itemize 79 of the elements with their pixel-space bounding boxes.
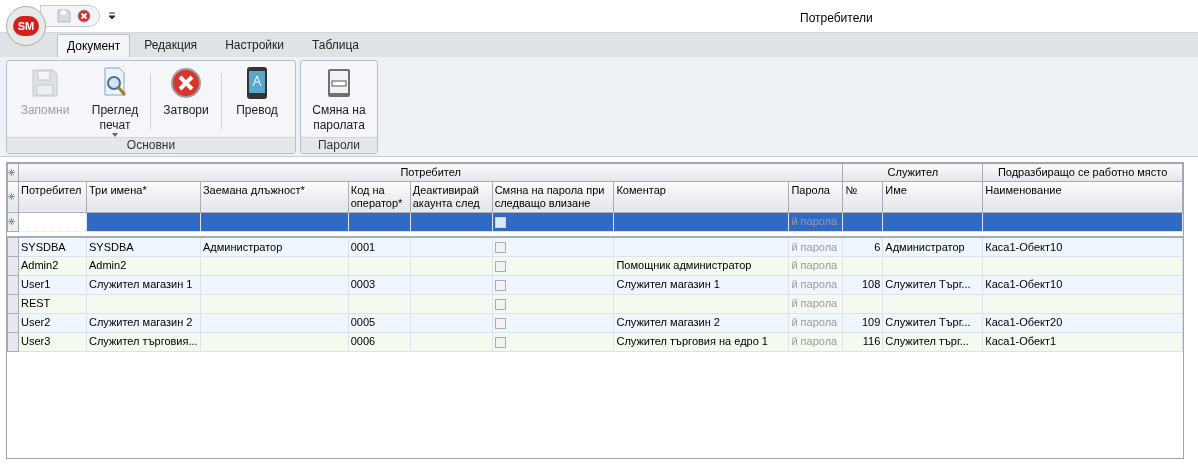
table-cell: Служител търговия...	[88, 335, 198, 348]
column-header[interactable]: Заемана длъжност*	[200, 181, 349, 212]
table-cell: Каса1-Обект10	[985, 278, 1063, 291]
table-cell: Служител магазин 2	[88, 316, 193, 329]
table-cell: User1	[21, 278, 51, 291]
ribbon-tab[interactable]: Редакция	[130, 34, 212, 57]
ribbon-button[interactable]: Превод	[222, 65, 292, 118]
table-cell: Служител търг...	[885, 335, 969, 348]
table-cell: Служител Търг...	[885, 316, 971, 329]
password-cell: й парола	[791, 259, 838, 272]
checkbox[interactable]	[494, 317, 506, 329]
password-cell: й парола	[791, 297, 838, 310]
table-cell: Каса1-Обект10	[985, 240, 1063, 253]
table-cell: 6	[874, 240, 881, 253]
table-cell: Служител магазин 2	[616, 316, 720, 329]
asterisk-icon	[8, 193, 15, 200]
asterisk-icon	[8, 218, 15, 225]
checkbox[interactable]	[494, 216, 506, 228]
window-title: Потребители	[800, 10, 873, 27]
table-cell: Служител търговия на едро 1	[616, 335, 768, 348]
checkbox[interactable]	[494, 336, 506, 348]
table-cell: 0003	[350, 278, 376, 291]
password-cell: й парола	[791, 335, 838, 348]
password-card-icon	[325, 67, 353, 99]
table-cell: 109	[861, 316, 881, 329]
checkbox[interactable]	[494, 298, 506, 310]
group-label: Пароли	[301, 137, 377, 153]
column-header[interactable]: Парола	[788, 181, 843, 212]
table-cell: User2	[21, 316, 51, 329]
checkbox[interactable]	[494, 242, 506, 254]
table-cell: SYSDBA	[21, 240, 66, 253]
ribbon-button[interactable]: Смяна на паролата	[304, 65, 374, 133]
table-cell: Помощник администратор	[616, 259, 752, 272]
table-cell: User3	[21, 335, 51, 348]
column-header[interactable]: Смяна на парола при следващо влизане	[492, 181, 614, 212]
table-cell: Каса1-Обект20	[985, 316, 1063, 329]
checkbox[interactable]	[494, 260, 506, 272]
table-cell: Служител Търг...	[885, 278, 971, 291]
table-cell: SYSDBA	[88, 240, 134, 253]
column-header[interactable]: Коментар	[613, 181, 789, 212]
table-cell: Администратор	[885, 240, 965, 253]
column-header[interactable]: Наименование	[982, 181, 1183, 212]
save-icon[interactable]	[57, 9, 71, 23]
group-label: Основни	[7, 137, 295, 153]
ribbon-button[interactable]: Затвори	[151, 65, 221, 118]
column-header[interactable]: Код на оператор*	[348, 181, 411, 212]
table-cell: 116	[862, 335, 881, 348]
table-cell: Admin2	[88, 259, 127, 272]
column-header[interactable]: Потребител	[18, 181, 87, 212]
ribbon-tab[interactable]: Документ	[57, 34, 131, 57]
table-cell: Служител магазин 1	[616, 278, 720, 291]
checkbox[interactable]	[494, 279, 506, 291]
ribbon-tab[interactable]: Таблица	[297, 34, 374, 57]
password-cell: й парола	[791, 316, 838, 329]
password-cell: й парола	[791, 240, 838, 253]
table-cell: 0005	[350, 316, 376, 329]
table-cell: Служител магазин 1	[88, 278, 193, 291]
password-cell: й парола	[791, 215, 838, 228]
ribbon-button[interactable]: Преглед печат	[80, 65, 150, 137]
column-header[interactable]: Деактивирай акаунта след	[410, 181, 493, 212]
table-cell: 108	[861, 278, 881, 291]
column-group-header: Подразбиращо се работно място	[982, 163, 1183, 181]
close-icon	[170, 67, 202, 99]
table-cell: 0006	[350, 335, 376, 348]
column-group-header: Служител	[842, 163, 983, 181]
table-cell: REST	[21, 297, 51, 310]
dropdown-icon[interactable]	[108, 12, 116, 20]
phone-icon	[245, 66, 269, 100]
column-header[interactable]: Име	[882, 181, 983, 212]
table-cell: 0001	[350, 240, 376, 253]
table-cell: Admin2	[21, 259, 59, 272]
table-cell: Каса1-Обект1	[985, 335, 1057, 348]
ribbon-tab[interactable]: Настройки	[211, 34, 298, 57]
table-cell: Администратор	[202, 240, 283, 253]
password-cell: й парола	[791, 278, 838, 291]
column-header[interactable]: Три имена*	[86, 181, 201, 212]
column-group-header: Потребител	[18, 163, 843, 181]
asterisk-icon	[8, 168, 15, 176]
close-icon[interactable]	[77, 9, 91, 23]
